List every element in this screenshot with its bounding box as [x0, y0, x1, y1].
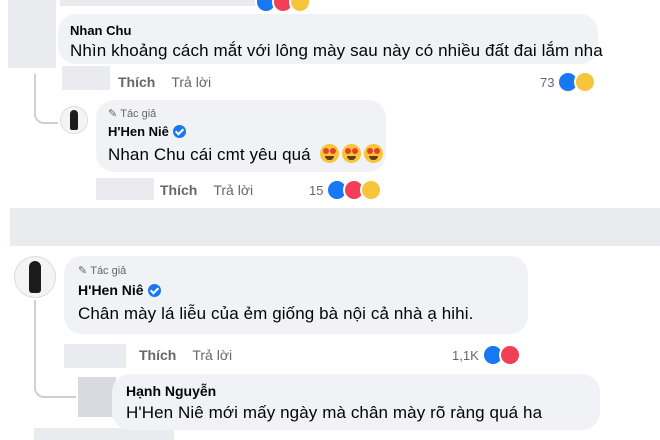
commenter-name[interactable]: H'Hen Niê	[108, 124, 169, 139]
blurred-divider-band	[10, 208, 660, 246]
star-struck-emoji-icon	[363, 144, 383, 163]
reply-button[interactable]: Trả lời	[192, 347, 232, 363]
blurred-avatar-hanh	[78, 377, 116, 417]
author-badge: ✎ Tác giả	[108, 107, 374, 121]
author-badge: ✎ Tác giả	[78, 264, 514, 278]
star-struck-emoji-icon	[341, 144, 361, 163]
blurred-region-row2	[96, 178, 154, 200]
care-reaction-icon	[360, 179, 383, 201]
like-button[interactable]: Thích	[118, 74, 155, 90]
comment-text: Chân mày lá liễu của ẻm giống bà nội cả …	[78, 304, 474, 323]
love-reaction-icon	[498, 344, 521, 366]
avatar-hhen-nie[interactable]	[60, 106, 88, 134]
author-tag-label: Tác giả	[90, 264, 127, 277]
care-reaction-icon	[289, 0, 311, 13]
reply-bubble-hhen-nie: ✎ Tác giả H'Hen Niê Nhan Chu cái cmt yêu…	[96, 100, 386, 172]
comment-actions-hhen-2: Thích Trả lời	[139, 347, 232, 363]
reaction-summary-nhan-chu[interactable]: 73	[540, 71, 597, 93]
author-tag-label: Tác giả	[120, 107, 157, 120]
like-button[interactable]: Thích	[160, 182, 197, 198]
comment-text-content: Nhan Chu cái cmt yêu quá	[108, 145, 311, 164]
comment-text: Nhìn khoảng cách mắt với lông mày sau nà…	[70, 41, 603, 60]
pencil-icon: ✎	[78, 265, 88, 277]
reply-button[interactable]: Trả lời	[171, 74, 211, 90]
reply-bubble-hanh-nguyen: Hạnh Nguyễn H'Hen Niê mới mấy ngày mà ch…	[112, 374, 600, 430]
comment-bubble-hhen-nie: ✎ Tác giả H'Hen Niê Chân mày lá liễu của…	[64, 256, 528, 334]
comment-bubble-nhan-chu: Nhan Chu Nhìn khoảng cách mắt với lông m…	[58, 14, 603, 64]
reaction-summary-hhen-2[interactable]: 1,1K	[452, 344, 521, 366]
star-struck-emoji-icon	[319, 144, 339, 163]
top-partial-reactions[interactable]	[252, 0, 311, 13]
comment-text: Nhan Chu cái cmt yêu quá	[108, 144, 383, 165]
commenter-name[interactable]: Nhan Chu	[70, 23, 586, 38]
avatar-hhen-nie[interactable]	[14, 256, 56, 298]
reaction-count: 15	[309, 182, 324, 198]
comment-actions-nhan-chu: Thích Trả lời	[118, 74, 211, 90]
blurred-region-top-left	[8, 0, 56, 68]
like-button[interactable]: Thích	[139, 347, 176, 363]
reaction-count: 1,1K	[452, 347, 479, 363]
verified-badge-icon	[147, 284, 161, 297]
thread-connector	[34, 300, 76, 398]
thread-connector	[34, 74, 58, 124]
avatar-figure-icon	[29, 261, 41, 293]
avatar-figure-icon	[70, 110, 78, 130]
haha-reaction-icon	[574, 71, 597, 93]
comment-actions-hhen-1: Thích Trả lời	[160, 182, 253, 198]
reply-button[interactable]: Trả lời	[213, 182, 253, 198]
reaction-summary-hhen-1[interactable]: 15	[309, 179, 383, 201]
blurred-region-top	[60, 0, 260, 6]
blurred-region-row1	[62, 66, 110, 90]
commenter-name[interactable]: H'Hen Niê	[78, 282, 144, 298]
verified-badge-icon	[172, 125, 186, 138]
pencil-icon: ✎	[108, 108, 118, 120]
comment-text: H'Hen Niê mới mấy ngày mà chân mày rõ rà…	[126, 403, 543, 422]
commenter-name[interactable]: Hạnh Nguyễn	[126, 383, 586, 399]
reaction-count: 73	[540, 74, 555, 90]
